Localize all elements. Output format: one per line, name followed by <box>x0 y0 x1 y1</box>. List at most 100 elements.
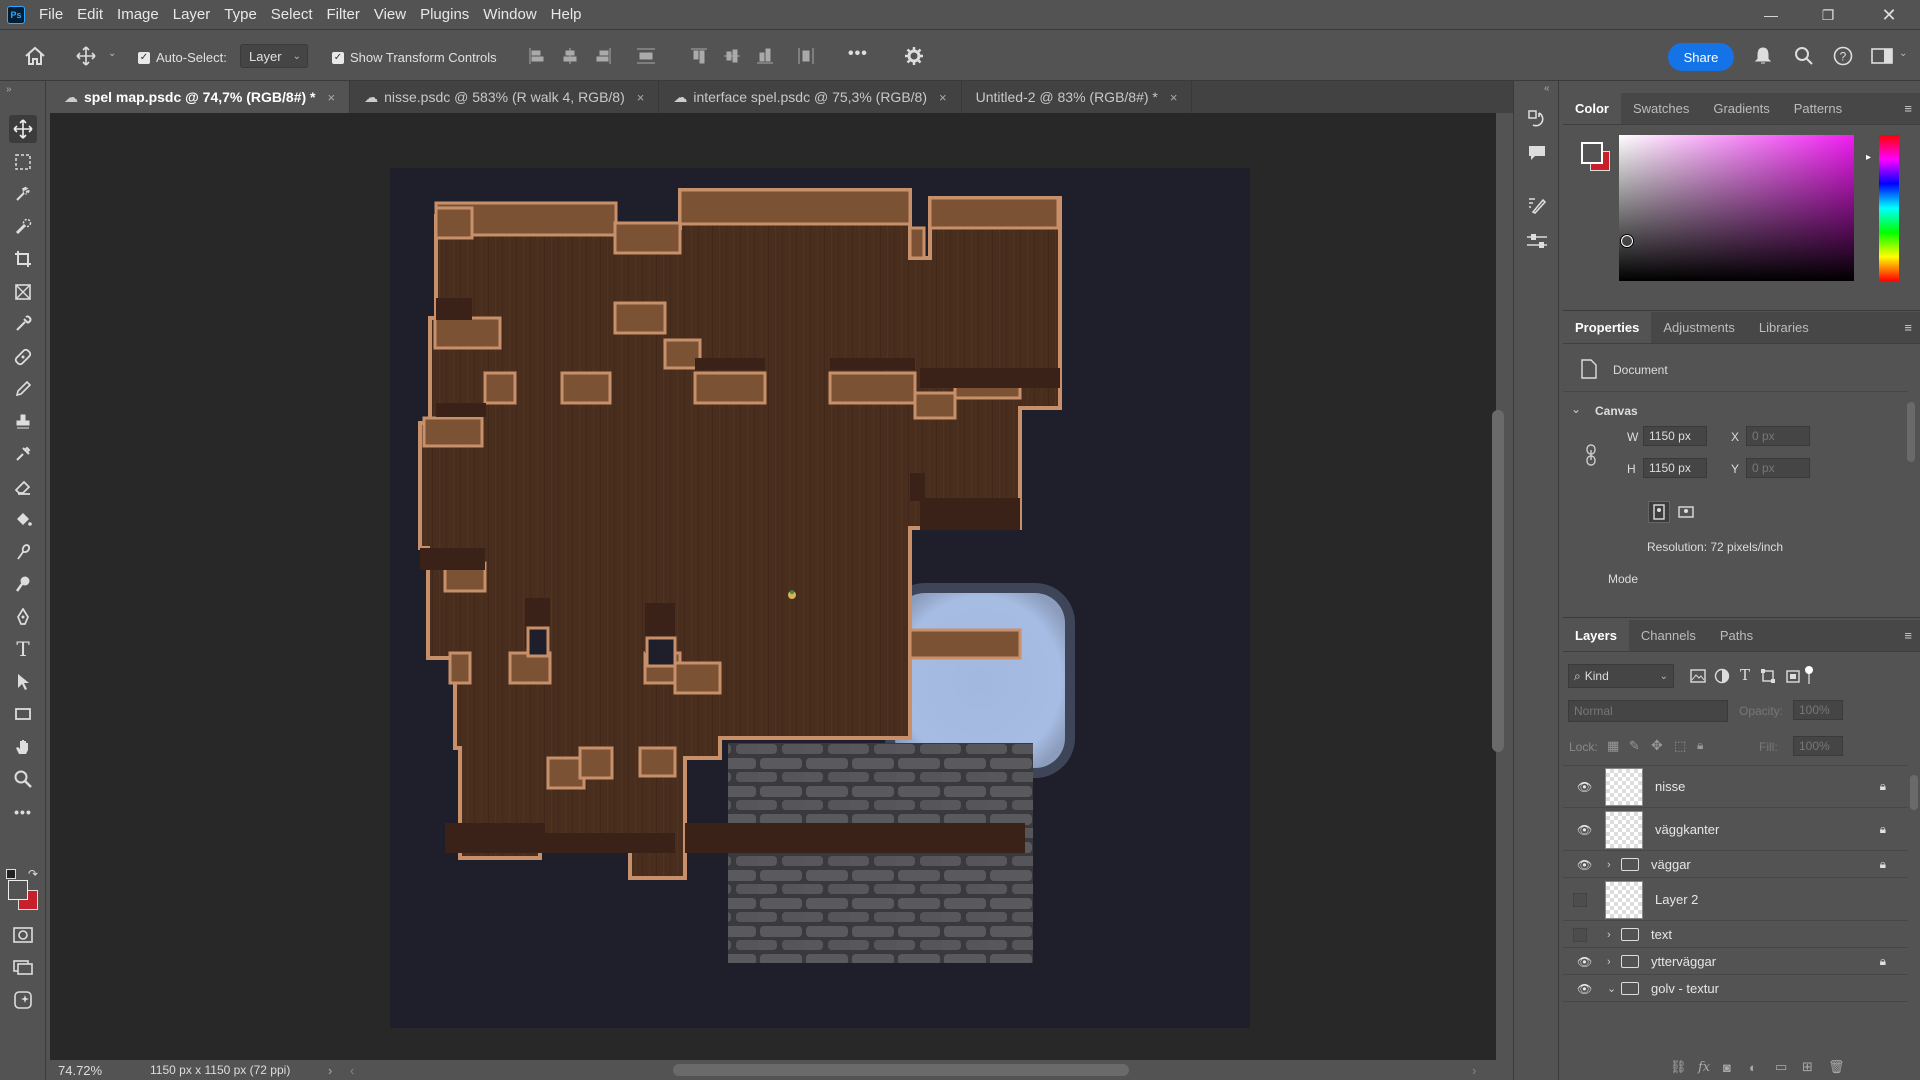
more-options-icon[interactable]: ••• <box>848 45 868 63</box>
new-adjustment-icon[interactable]: ◐ <box>1749 1060 1757 1075</box>
layer-name[interactable]: väggar <box>1651 857 1691 872</box>
layer-row-nisse[interactable]: 👁︎ nisse 🔒︎ <box>1563 766 1908 808</box>
smudge-tool-icon[interactable] <box>9 538 37 566</box>
lock-artboard-icon[interactable]: ⬚ <box>1674 738 1686 754</box>
default-colors-icon[interactable] <box>6 869 16 879</box>
tab-interface-spel[interactable]: ☁ interface spel.psdc @ 75,3% (RGB/8) × <box>659 81 962 113</box>
align-top-icon[interactable] <box>690 47 708 65</box>
gear-icon[interactable] <box>904 46 924 66</box>
quick-selection-icon[interactable] <box>9 213 37 241</box>
menu-select[interactable]: Select <box>271 6 313 23</box>
menu-layer[interactable]: Layer <box>173 6 211 23</box>
menu-file[interactable]: File <box>39 6 63 23</box>
chevron-down-icon[interactable]: ⌄ <box>1899 48 1907 59</box>
close-tab-icon[interactable]: × <box>637 90 645 105</box>
collapse-arrow-icon[interactable]: ⌄ <box>1607 982 1616 995</box>
scroll-right-icon[interactable]: › <box>1472 1063 1476 1078</box>
layer-row-layer-2[interactable]: Layer 2 <box>1563 879 1908 921</box>
eye-icon[interactable]: 👁︎ <box>1577 858 1592 872</box>
tab-adjustments[interactable]: Adjustments <box>1651 311 1747 343</box>
y-field[interactable]: 0 px <box>1746 458 1810 478</box>
shape-filter-icon[interactable] <box>1760 668 1776 684</box>
height-field[interactable]: 1150 px <box>1643 458 1707 478</box>
tab-gradients[interactable]: Gradients <box>1701 92 1781 124</box>
properties-scrollbar[interactable] <box>1907 402 1915 462</box>
layer-name[interactable]: väggkanter <box>1655 822 1719 837</box>
foreground-color-swatch[interactable] <box>1581 142 1603 164</box>
frame-tool-icon[interactable] <box>9 278 37 306</box>
layers-scrollbar[interactable] <box>1910 775 1918 810</box>
menu-image[interactable]: Image <box>117 6 159 23</box>
foreground-color-swatch[interactable] <box>8 880 28 900</box>
tab-nisse[interactable]: ☁ nisse.psdc @ 583% (R walk 4, RGB/8) × <box>350 81 660 113</box>
hand-tool-icon[interactable] <box>9 733 37 761</box>
auto-select-dropdown[interactable]: Layer ⌄ <box>240 44 308 68</box>
more-tools-icon[interactable]: ••• <box>9 798 37 826</box>
layer-name[interactable]: Layer 2 <box>1655 892 1698 907</box>
search-icon[interactable] <box>1794 46 1814 66</box>
delete-layer-icon[interactable]: 🗑︎ <box>1828 1059 1845 1075</box>
layer-name[interactable]: golv - textur <box>1651 981 1719 996</box>
tab-paths[interactable]: Paths <box>1708 619 1765 651</box>
show-transform-checkbox[interactable]: ✓ Show Transform Controls <box>332 50 497 65</box>
x-field[interactable]: 0 px <box>1746 426 1810 446</box>
path-selection-icon[interactable] <box>9 668 37 696</box>
eye-icon[interactable]: 👁︎ <box>1577 955 1592 969</box>
history-brush-icon[interactable] <box>9 440 37 468</box>
clone-stamp-icon[interactable] <box>9 408 37 436</box>
status-arrow-icon[interactable]: › <box>328 1063 332 1078</box>
vertical-scrollbar[interactable] <box>1492 410 1504 752</box>
layer-row-golv-textur[interactable]: 👁︎ ⌄ golv - textur <box>1563 976 1908 1002</box>
zoom-tool-icon[interactable] <box>9 765 37 793</box>
help-icon[interactable]: ? <box>1833 46 1853 66</box>
bell-icon[interactable] <box>1754 46 1772 66</box>
blend-mode-dropdown[interactable]: Normal <box>1568 700 1728 722</box>
layer-name[interactable]: nisse <box>1655 779 1685 794</box>
menu-type[interactable]: Type <box>224 6 257 23</box>
menu-filter[interactable]: Filter <box>327 6 360 23</box>
hue-slider[interactable] <box>1879 135 1899 281</box>
width-field[interactable]: 1150 px <box>1643 426 1707 446</box>
close-window-icon[interactable]: ✕ <box>1866 0 1912 30</box>
close-tab-icon[interactable]: × <box>328 90 336 105</box>
auto-select-checkbox[interactable]: ✓ Auto-Select: <box>138 50 227 65</box>
close-tab-icon[interactable]: × <box>939 90 947 105</box>
move-tool-icon[interactable] <box>74 44 98 68</box>
adjustments-sliders-icon[interactable] <box>1523 227 1551 255</box>
layer-kind-filter[interactable]: ⌕ Kind ⌄ <box>1568 664 1674 688</box>
marquee-tool-icon[interactable] <box>9 148 37 176</box>
tab-libraries[interactable]: Libraries <box>1747 311 1821 343</box>
document-info[interactable]: 1150 px x 1150 px (72 ppi) <box>150 1063 290 1077</box>
eye-icon[interactable]: 👁︎ <box>1577 982 1592 996</box>
scroll-left-icon[interactable]: ‹ <box>350 1063 354 1078</box>
rectangle-tool-icon[interactable] <box>9 700 37 728</box>
menu-plugins[interactable]: Plugins <box>420 6 469 23</box>
healing-brush-icon[interactable] <box>9 343 37 371</box>
zoom-level[interactable]: 74.72% <box>58 1063 102 1078</box>
align-right-icon[interactable] <box>594 47 612 65</box>
color-picker-handle[interactable] <box>1621 235 1633 247</box>
document-canvas[interactable] <box>390 168 1250 1028</box>
layer-row-text[interactable]: › text <box>1563 922 1908 948</box>
eraser-tool-icon[interactable] <box>9 473 37 501</box>
horizontal-scrollbar[interactable] <box>673 1064 1129 1076</box>
align-center-icon[interactable] <box>561 47 579 65</box>
brush-settings-icon[interactable] <box>1523 191 1551 219</box>
fill-field[interactable]: 100% <box>1793 736 1843 756</box>
panel-menu-icon[interactable]: ≡ <box>1904 320 1912 335</box>
screen-mode-icon[interactable] <box>9 953 37 981</box>
portrait-orientation-icon[interactable] <box>1648 501 1670 523</box>
layer-row-vaggkanter[interactable]: 👁︎ väggkanter 🔒︎ <box>1563 809 1908 851</box>
home-icon[interactable] <box>22 44 48 68</box>
align-left-icon[interactable] <box>528 47 546 65</box>
pixel-filter-icon[interactable] <box>1690 668 1706 684</box>
crop-tool-icon[interactable] <box>9 245 37 273</box>
canvas-area[interactable] <box>50 113 1496 1060</box>
lock-pixels-icon[interactable]: ✎ <box>1629 738 1640 754</box>
color-field[interactable] <box>1619 135 1854 281</box>
share-button[interactable]: Share <box>1668 43 1734 71</box>
visibility-toggle[interactable] <box>1573 927 1587 942</box>
tab-layers[interactable]: Layers <box>1563 619 1629 651</box>
expand-arrow-icon[interactable]: › <box>1607 956 1611 968</box>
dodge-tool-icon[interactable] <box>9 570 37 598</box>
